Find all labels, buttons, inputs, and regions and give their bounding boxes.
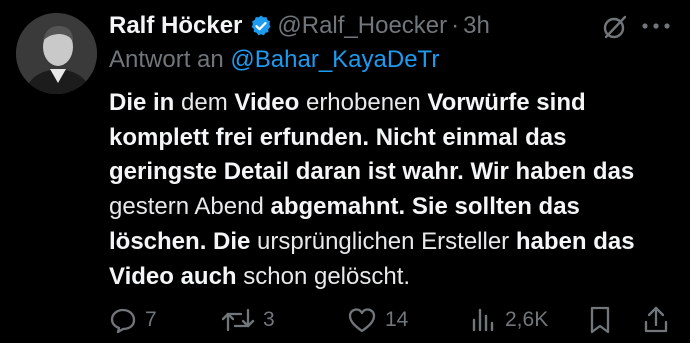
tweet-text-segment: Die in <box>109 89 175 116</box>
repost-count: 3 <box>263 308 275 331</box>
repost-button[interactable]: 3 <box>221 300 275 340</box>
tweet-timestamp[interactable]: 3h <box>463 12 490 40</box>
views-icon <box>469 306 497 334</box>
reply-context: Antwort an @Bahar_KayaDeTr <box>109 46 439 74</box>
author-name[interactable]: Ralf Höcker <box>109 12 242 40</box>
header-separator: · <box>451 12 460 39</box>
verified-badge-icon <box>249 14 273 38</box>
tweet-text-segment: Abend <box>194 193 264 221</box>
share-icon <box>642 305 670 335</box>
tweet-header: Ralf Höcker @Ralf_Hoecker · 3h <box>109 6 600 46</box>
reply-mention-link[interactable]: @Bahar_KayaDeTr <box>230 46 439 73</box>
reply-count: 7 <box>145 308 157 331</box>
author-avatar[interactable] <box>16 13 97 94</box>
tweet-text-segment: dem <box>174 89 235 116</box>
tweet-text-segment: ursprünglichen Ersteller <box>250 227 516 255</box>
bookmark-button[interactable] <box>587 300 613 340</box>
more-options-icon[interactable] <box>640 12 672 45</box>
tweet-text-segment: Die <box>213 227 251 255</box>
tweet-text-segment: erhobenen <box>299 89 428 116</box>
views-button[interactable]: 2,6K <box>469 300 548 340</box>
grok-icon[interactable] <box>600 12 630 47</box>
repost-icon <box>221 306 255 334</box>
tweet-text: Die in dem Video erhobenen Vorwürfe sind… <box>109 86 669 294</box>
reply-prefix: Antwort an <box>109 46 224 73</box>
views-count: 2,6K <box>505 308 549 331</box>
like-count: 14 <box>385 308 409 331</box>
reply-button[interactable]: 7 <box>109 300 157 340</box>
like-button[interactable]: 14 <box>347 300 408 340</box>
tweet-text-segment: Video <box>234 89 300 116</box>
author-handle[interactable]: @Ralf_Hoecker <box>277 12 447 40</box>
like-icon <box>347 306 377 334</box>
bookmark-icon <box>587 305 613 335</box>
reply-icon <box>109 306 137 334</box>
tweet-text-segment: schon gelöscht. <box>236 262 411 290</box>
tweet-actions: 7 3 14 2,6K <box>109 300 674 340</box>
tweet-text-segment: gestern <box>109 193 195 221</box>
share-button[interactable] <box>642 300 670 340</box>
